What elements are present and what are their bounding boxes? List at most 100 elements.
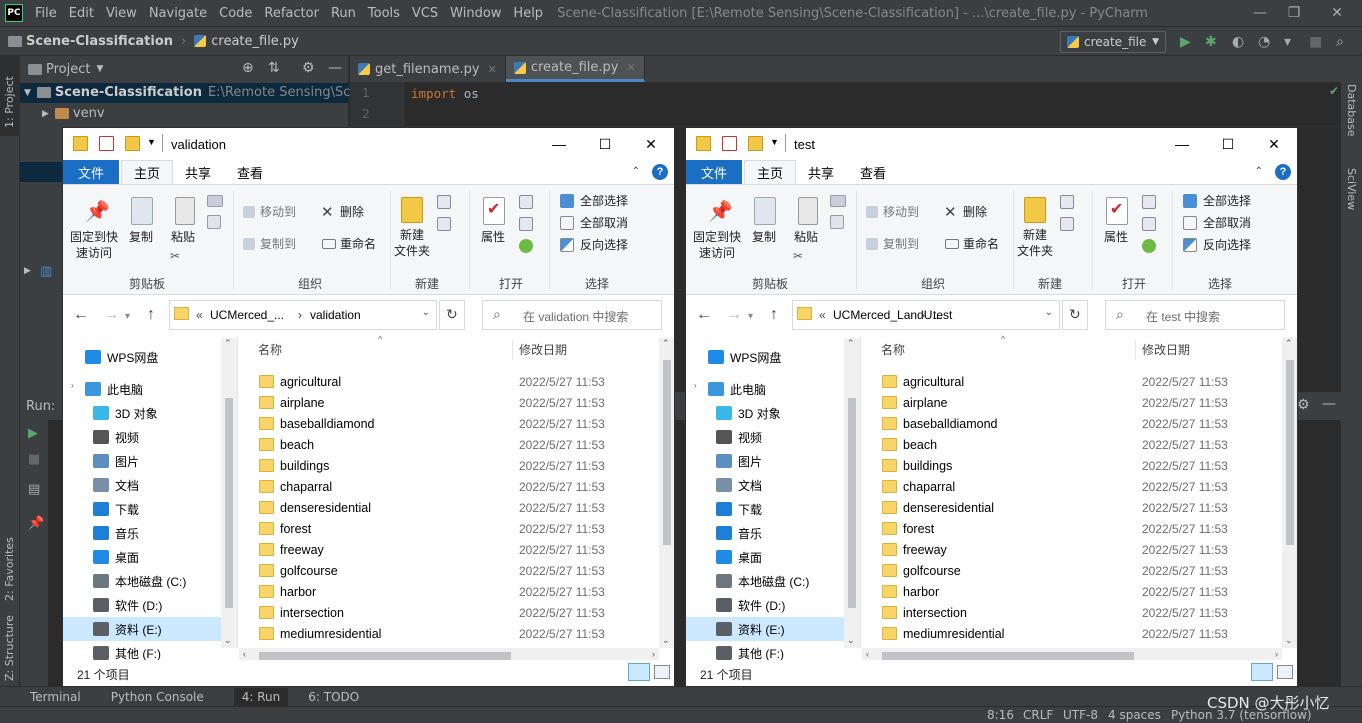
collapse-icon[interactable]: ⇅ bbox=[268, 60, 280, 76]
menu-edit[interactable]: Edit bbox=[63, 6, 100, 21]
search-icon[interactable]: ⌕ bbox=[1336, 33, 1344, 51]
tab-view[interactable]: 查看 bbox=[850, 160, 896, 184]
copy-to-button[interactable]: 复制到 bbox=[883, 236, 919, 252]
line-separator[interactable]: CRLF bbox=[1023, 708, 1053, 722]
list-item[interactable]: forest bbox=[259, 518, 311, 539]
pin-icon[interactable]: 📌 bbox=[28, 516, 44, 531]
list-item[interactable]: agricultural bbox=[259, 371, 341, 392]
list-item[interactable]: intersection bbox=[882, 602, 967, 623]
run-icon[interactable]: ▶ bbox=[1180, 33, 1191, 51]
restore-button[interactable]: ❐ bbox=[1277, 0, 1311, 26]
project-tool-tab[interactable]: 1: Project bbox=[3, 76, 16, 128]
back-icon[interactable]: ← bbox=[73, 306, 89, 324]
nav-item[interactable]: 视频 bbox=[716, 425, 762, 449]
edit-icon[interactable] bbox=[1142, 217, 1156, 231]
new-folder-qa-icon[interactable] bbox=[748, 136, 763, 151]
address-bar[interactable]: « UCMerced_LandU... › test ⌄ bbox=[792, 300, 1060, 330]
gear-icon[interactable]: ⚙ bbox=[1297, 397, 1310, 413]
run-config-select[interactable]: create_file ▼ bbox=[1060, 31, 1166, 53]
sciview-tool-tab[interactable]: SciView bbox=[1345, 168, 1358, 210]
structure-tool-tab[interactable]: Z: Structure bbox=[3, 615, 16, 681]
list-item[interactable]: mediumresidential bbox=[259, 623, 381, 644]
menu-help[interactable]: Help bbox=[507, 6, 549, 21]
nav-item[interactable]: 资料 (E:) bbox=[93, 617, 162, 641]
rename-button[interactable]: 重命名 bbox=[963, 236, 999, 252]
menu-refactor[interactable]: Refactor bbox=[258, 6, 325, 21]
minimize-button[interactable]: — bbox=[1159, 128, 1205, 160]
run-tab[interactable]: 4: Run bbox=[233, 687, 289, 706]
minimize-button[interactable]: — bbox=[536, 128, 582, 160]
nav-item[interactable]: 视频 bbox=[93, 425, 139, 449]
chevron-down-icon[interactable]: ▼ bbox=[147, 137, 156, 147]
todo-tab[interactable]: 6: TODO bbox=[308, 690, 359, 704]
maximize-button[interactable]: ☐ bbox=[582, 128, 628, 160]
coverage-icon[interactable]: ◐ bbox=[1232, 33, 1244, 51]
open-icon[interactable] bbox=[519, 195, 533, 209]
menu-tools[interactable]: Tools bbox=[362, 6, 406, 21]
locate-icon[interactable]: ⊕ bbox=[242, 60, 254, 76]
tab-file[interactable]: 文件 bbox=[63, 160, 119, 184]
list-item[interactable]: mediumresidential bbox=[882, 623, 1004, 644]
debug-icon[interactable]: ✱ bbox=[1205, 33, 1217, 51]
select-all-button[interactable]: 全部选择 bbox=[1203, 193, 1251, 209]
select-none-button[interactable]: 全部取消 bbox=[1203, 215, 1251, 231]
menu-run[interactable]: Run bbox=[325, 6, 362, 21]
up-icon[interactable]: ↑ bbox=[770, 306, 778, 324]
indent[interactable]: 4 spaces bbox=[1108, 708, 1161, 722]
tab-file[interactable]: 文件 bbox=[686, 160, 742, 184]
edit-icon[interactable] bbox=[519, 217, 533, 231]
easy-access-icon[interactable] bbox=[1060, 217, 1074, 231]
nav-item[interactable]: 下载 bbox=[716, 497, 762, 521]
history-icon[interactable] bbox=[1142, 239, 1156, 253]
stop-icon[interactable]: ■ bbox=[28, 452, 40, 467]
nav-item[interactable]: WPS网盘 bbox=[708, 345, 781, 369]
history-icon[interactable] bbox=[519, 239, 533, 253]
chevron-right-icon[interactable]: › bbox=[71, 381, 74, 390]
list-item[interactable]: buildings bbox=[882, 455, 952, 476]
maximize-button[interactable]: ☐ bbox=[1205, 128, 1251, 160]
list-item[interactable]: denseresidential bbox=[882, 497, 994, 518]
invert-selection-button[interactable]: 反向选择 bbox=[1203, 237, 1251, 253]
project-view-select[interactable]: Project bbox=[46, 62, 90, 77]
chevron-down-icon[interactable]: ⌄ bbox=[422, 307, 430, 318]
tree-venv[interactable]: venv bbox=[73, 106, 105, 121]
cut-icon[interactable]: ✂ bbox=[793, 249, 803, 263]
list-scrollbar[interactable]: ⌃ ⌄ bbox=[1282, 338, 1297, 648]
back-icon[interactable]: ← bbox=[696, 306, 712, 324]
nav-item[interactable]: 软件 (D:) bbox=[716, 593, 785, 617]
new-item-icon[interactable] bbox=[437, 195, 451, 209]
hide-icon[interactable]: — bbox=[328, 60, 342, 76]
nav-item[interactable]: 文档 bbox=[716, 473, 762, 497]
help-icon[interactable]: ? bbox=[1275, 164, 1291, 180]
refresh-button[interactable]: ↻ bbox=[1062, 300, 1088, 330]
nav-scrollbar[interactable]: ⌃ ⌄ bbox=[844, 338, 860, 648]
easy-access-icon[interactable] bbox=[437, 217, 451, 231]
tab-create-file[interactable]: create_file.py ✕ bbox=[505, 56, 645, 82]
select-none-button[interactable]: 全部取消 bbox=[580, 215, 628, 231]
list-item[interactable]: airplane bbox=[882, 392, 947, 413]
list-item[interactable]: beach bbox=[882, 434, 937, 455]
gear-icon[interactable]: ⚙ bbox=[302, 60, 315, 76]
address-leaf[interactable]: validation bbox=[310, 308, 361, 322]
nav-item[interactable]: 桌面 bbox=[93, 545, 139, 569]
chevron-up-icon[interactable]: ⌃ bbox=[632, 166, 640, 177]
close-button[interactable]: ✕ bbox=[628, 128, 674, 160]
breadcrumb-file[interactable]: create_file.py bbox=[211, 34, 299, 49]
column-name[interactable]: 名称 bbox=[258, 341, 282, 358]
forward-icon[interactable]: → bbox=[103, 306, 119, 324]
nav-item[interactable]: 软件 (D:) bbox=[93, 593, 162, 617]
copy-path-icon[interactable] bbox=[207, 195, 223, 207]
chevron-up-icon[interactable]: ⌃ bbox=[1255, 166, 1263, 177]
nav-item[interactable]: 图片 bbox=[716, 449, 762, 473]
paste-button[interactable]: 粘贴 bbox=[171, 229, 195, 245]
details-view-icon[interactable] bbox=[1251, 663, 1273, 681]
tree-root[interactable]: Scene-Classification bbox=[55, 85, 202, 100]
chevron-right-icon[interactable]: › bbox=[694, 381, 697, 390]
nav-item[interactable]: 3D 对象 bbox=[93, 401, 158, 425]
tab-share[interactable]: 共享 bbox=[798, 160, 844, 184]
list-item[interactable]: freeway bbox=[259, 539, 324, 560]
menu-vcs[interactable]: VCS bbox=[406, 6, 444, 21]
list-item[interactable]: golfcourse bbox=[259, 560, 338, 581]
chevron-down-icon[interactable]: ▼ bbox=[96, 64, 103, 74]
nav-item[interactable]: 此电脑 bbox=[85, 377, 143, 401]
